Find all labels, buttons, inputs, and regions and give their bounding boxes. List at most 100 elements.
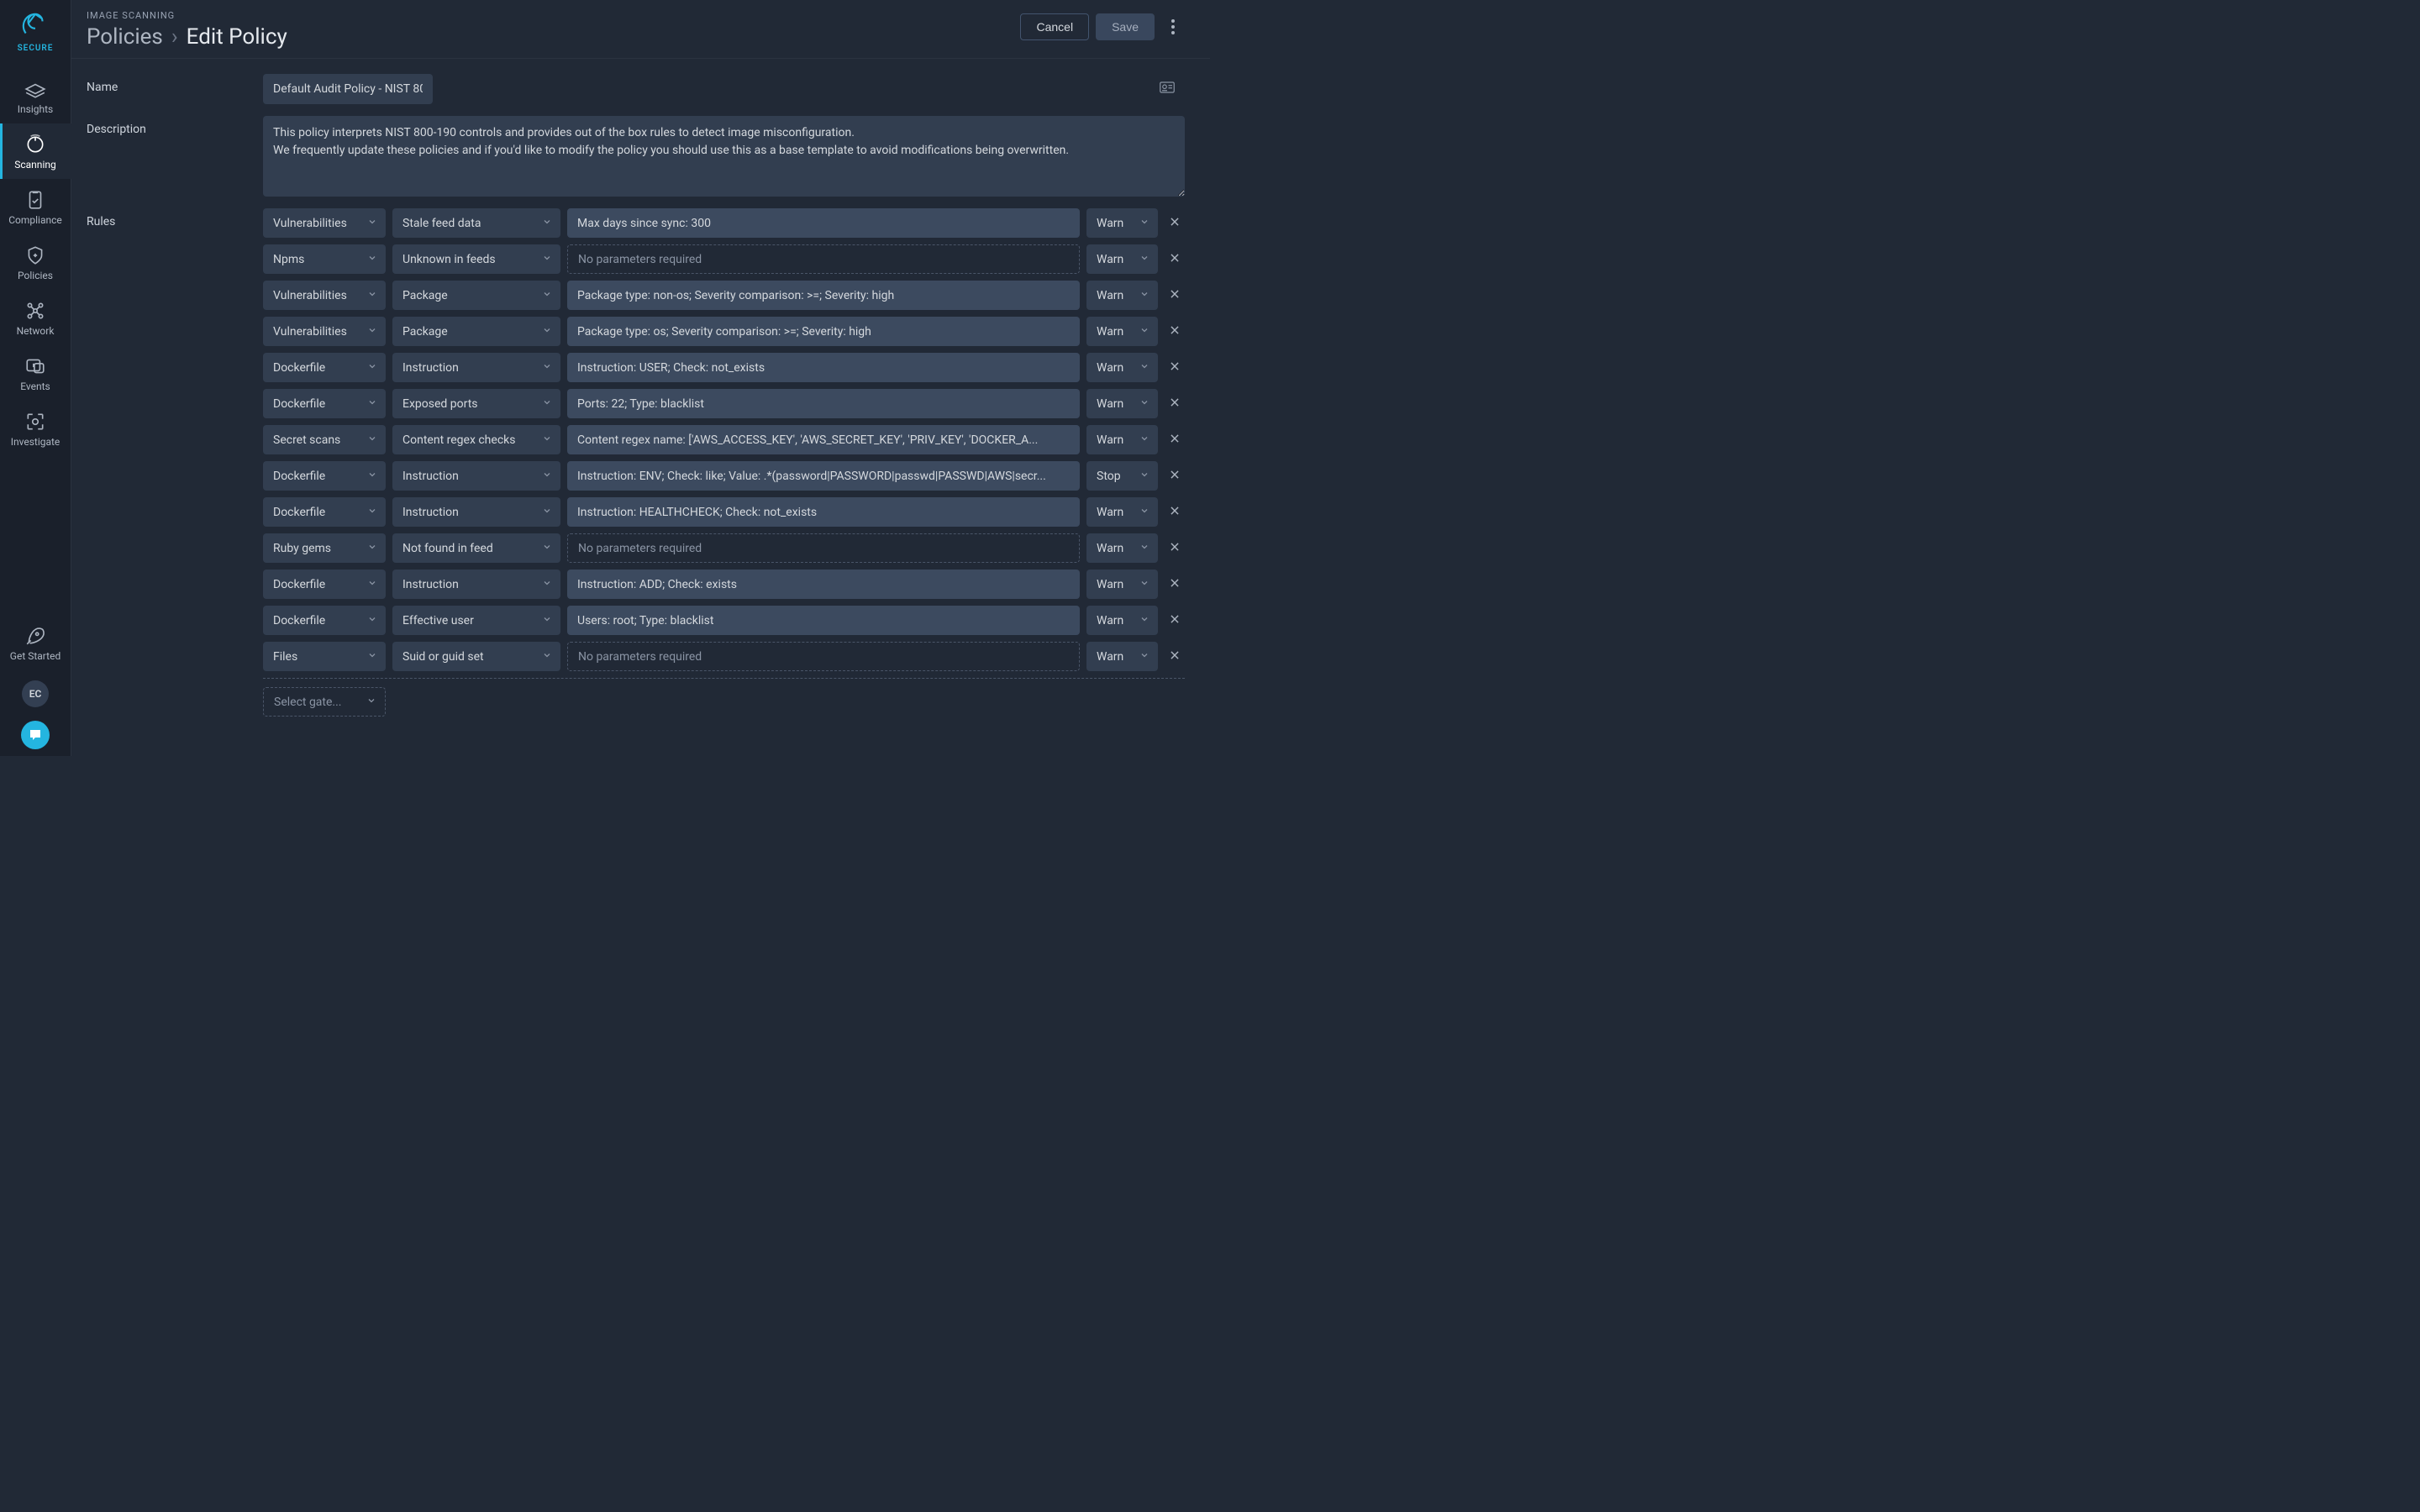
brand-logo[interactable]: SECURE	[18, 12, 54, 53]
rule-params[interactable]: Package type: os; Severity comparison: >…	[567, 317, 1080, 346]
rule-gate-select[interactable]: Dockerfile	[263, 570, 386, 599]
rule-params[interactable]: Instruction: USER; Check: not_exists	[567, 353, 1080, 382]
rule-trigger-select[interactable]: Package	[392, 281, 560, 310]
rule-delete-button[interactable]	[1165, 538, 1185, 559]
rule-gate-select[interactable]: Dockerfile	[263, 353, 386, 382]
sidebar-item-policies[interactable]: Policies	[0, 234, 71, 290]
chevron-down-icon	[1139, 253, 1150, 266]
rule-params[interactable]: Ports: 22; Type: blacklist	[567, 389, 1080, 418]
rule-delete-button[interactable]	[1165, 358, 1185, 378]
chevron-down-icon	[367, 614, 377, 627]
rule-trigger-select[interactable]: Instruction	[392, 461, 560, 491]
rule-trigger-select[interactable]: Instruction	[392, 570, 560, 599]
sidebar-item-investigate[interactable]: Investigate	[0, 401, 71, 456]
rule-action-select[interactable]: Warn	[1086, 425, 1158, 454]
add-gate-select[interactable]: Select gate...	[263, 687, 386, 717]
breadcrumb-policies[interactable]: Policies	[87, 24, 163, 50]
rule-gate-select[interactable]: Npms	[263, 244, 386, 274]
rule-action-value: Warn	[1097, 253, 1123, 266]
rule-gate-select[interactable]: Vulnerabilities	[263, 208, 386, 238]
rule-gate-select[interactable]: Dockerfile	[263, 461, 386, 491]
compliance-icon	[24, 189, 46, 211]
rule-action-select[interactable]: Warn	[1086, 606, 1158, 635]
user-avatar[interactable]: EC	[22, 680, 49, 707]
description-textarea[interactable]	[263, 116, 1185, 197]
rule-action-value: Warn	[1097, 289, 1123, 302]
rule-action-select[interactable]: Warn	[1086, 208, 1158, 238]
rule-trigger-select[interactable]: Stale feed data	[392, 208, 560, 238]
sidebar-item-get-started[interactable]: Get Started	[0, 615, 71, 672]
rule-delete-button[interactable]	[1165, 575, 1185, 595]
rule-gate-select[interactable]: Files	[263, 642, 386, 671]
sidebar-item-insights[interactable]: Insights	[0, 68, 71, 123]
rule-action-select[interactable]: Warn	[1086, 281, 1158, 310]
chevron-down-icon	[367, 506, 377, 519]
rule-delete-button[interactable]	[1165, 611, 1185, 631]
rule-trigger-select[interactable]: Exposed ports	[392, 389, 560, 418]
help-chat-button[interactable]	[21, 721, 50, 749]
rule-row: Dockerfile Instruction Instruction: USER…	[263, 353, 1185, 382]
rule-action-select[interactable]: Warn	[1086, 317, 1158, 346]
rule-row: Vulnerabilities Stale feed data Max days…	[263, 208, 1185, 238]
rule-delete-button[interactable]	[1165, 466, 1185, 486]
rule-gate-select[interactable]: Dockerfile	[263, 606, 386, 635]
rule-action-select[interactable]: Warn	[1086, 353, 1158, 382]
rule-trigger-select[interactable]: Instruction	[392, 353, 560, 382]
rule-trigger-select[interactable]: Unknown in feeds	[392, 244, 560, 274]
rule-delete-button[interactable]	[1165, 322, 1185, 342]
rule-gate-select[interactable]: Ruby gems	[263, 533, 386, 563]
sidebar-item-label: Network	[17, 325, 55, 337]
chevron-down-icon	[1139, 361, 1150, 375]
rule-gate-select[interactable]: Secret scans	[263, 425, 386, 454]
rule-gate-select[interactable]: Vulnerabilities	[263, 281, 386, 310]
chevron-down-icon	[1139, 506, 1150, 519]
id-card-icon	[1160, 81, 1175, 97]
sidebar-item-network[interactable]: Network	[0, 290, 71, 345]
close-icon	[1169, 431, 1181, 449]
rule-trigger-select[interactable]: Content regex checks	[392, 425, 560, 454]
rule-action-select[interactable]: Warn	[1086, 570, 1158, 599]
rule-params[interactable]: Max days since sync: 300	[567, 208, 1080, 238]
rule-action-select[interactable]: Warn	[1086, 497, 1158, 527]
more-menu-button[interactable]	[1161, 15, 1185, 39]
rule-action-select[interactable]: Warn	[1086, 389, 1158, 418]
rule-params: No parameters required	[567, 642, 1080, 671]
brand-label: SECURE	[18, 44, 54, 53]
rule-params[interactable]: Instruction: ENV; Check: like; Value: .*…	[567, 461, 1080, 491]
rule-delete-button[interactable]	[1165, 647, 1185, 667]
rule-action-select[interactable]: Stop	[1086, 461, 1158, 491]
kebab-icon	[1171, 19, 1175, 34]
save-button[interactable]: Save	[1096, 13, 1155, 40]
rules-divider	[263, 678, 1185, 679]
sidebar-item-compliance[interactable]: Compliance	[0, 179, 71, 234]
rule-action-select[interactable]: Warn	[1086, 642, 1158, 671]
rule-params[interactable]: Content regex name: ['AWS_ACCESS_KEY', '…	[567, 425, 1080, 454]
rule-delete-button[interactable]	[1165, 213, 1185, 234]
scanning-icon	[24, 134, 46, 155]
rule-gate-select[interactable]: Vulnerabilities	[263, 317, 386, 346]
rule-action-select[interactable]: Warn	[1086, 533, 1158, 563]
rule-delete-button[interactable]	[1165, 394, 1185, 414]
rule-action-select[interactable]: Warn	[1086, 244, 1158, 274]
rule-gate-select[interactable]: Dockerfile	[263, 497, 386, 527]
rule-params[interactable]: Instruction: HEALTHCHECK; Check: not_exi…	[567, 497, 1080, 527]
cancel-button[interactable]: Cancel	[1020, 13, 1089, 40]
rule-params[interactable]: Users: root; Type: blacklist	[567, 606, 1080, 635]
rule-trigger-select[interactable]: Suid or guid set	[392, 642, 560, 671]
name-input[interactable]	[263, 74, 433, 104]
close-icon	[1169, 648, 1181, 665]
rule-delete-button[interactable]	[1165, 249, 1185, 270]
rule-gate-value: Dockerfile	[273, 470, 325, 483]
rule-trigger-select[interactable]: Instruction	[392, 497, 560, 527]
rule-delete-button[interactable]	[1165, 430, 1185, 450]
rule-trigger-select[interactable]: Not found in feed	[392, 533, 560, 563]
rule-gate-select[interactable]: Dockerfile	[263, 389, 386, 418]
sidebar-item-scanning[interactable]: Scanning	[0, 123, 71, 179]
rule-delete-button[interactable]	[1165, 286, 1185, 306]
rule-delete-button[interactable]	[1165, 502, 1185, 522]
rule-trigger-select[interactable]: Effective user	[392, 606, 560, 635]
rule-params[interactable]: Package type: non-os; Severity compariso…	[567, 281, 1080, 310]
rule-trigger-select[interactable]: Package	[392, 317, 560, 346]
sidebar-item-events[interactable]: Events	[0, 345, 71, 401]
rule-params[interactable]: Instruction: ADD; Check: exists	[567, 570, 1080, 599]
